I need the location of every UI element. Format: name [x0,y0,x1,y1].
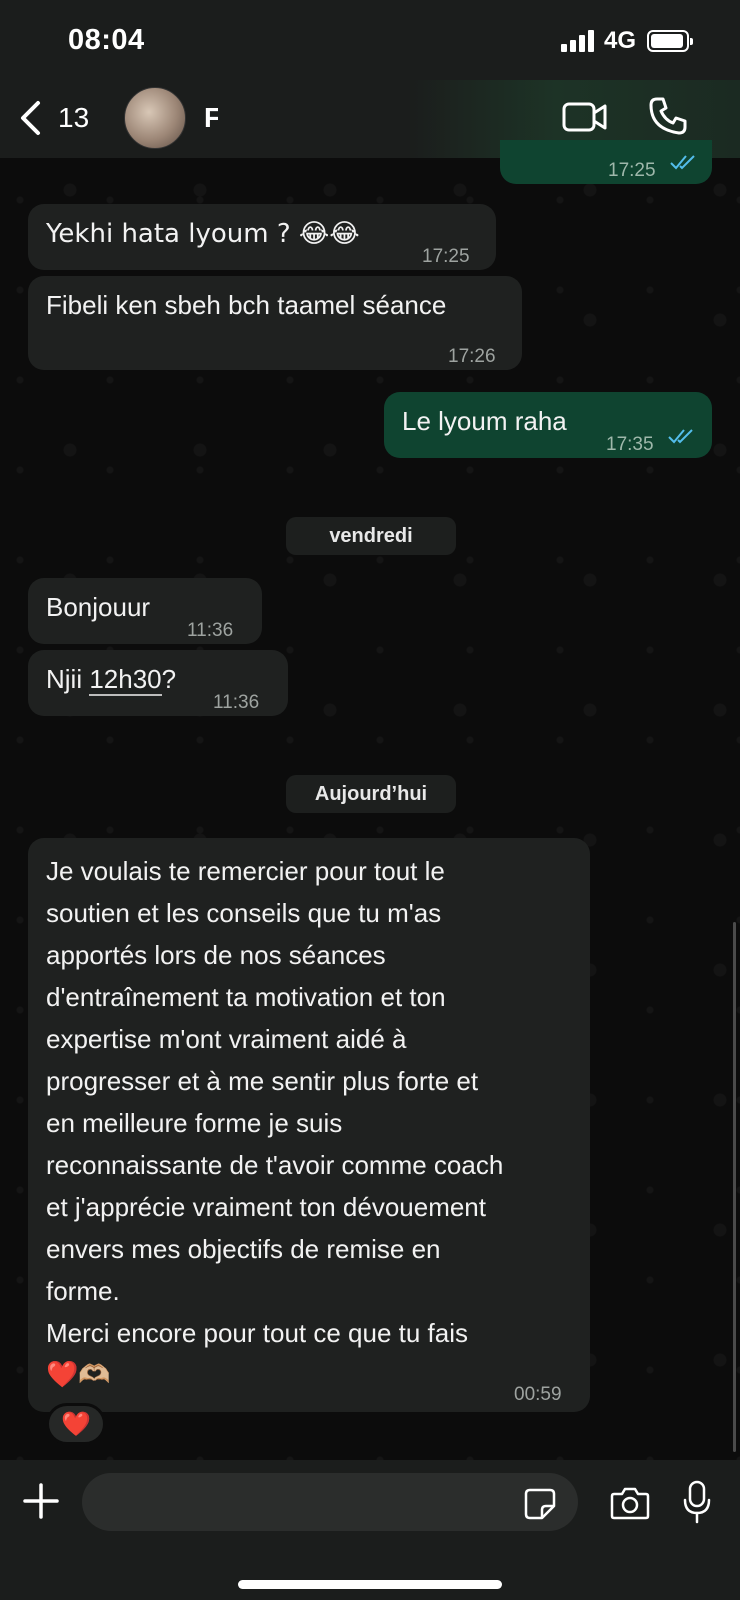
message-line: en meilleure forme je suis [46,1108,343,1138]
message-time: 00:59 [514,1384,562,1405]
message-bubble-incoming[interactable]: Njii 12h30? 11:36 [28,650,288,716]
phone-icon[interactable] [648,96,688,136]
contact-name[interactable]: Fa [204,102,218,134]
message-bubble-outgoing[interactable]: 17:25 [500,140,712,184]
message-line: envers mes objectifs de remise en [46,1234,441,1264]
message-bubble-outgoing[interactable]: Le lyoum raha 17:35 [384,392,712,458]
video-call-icon[interactable] [562,98,608,136]
signal-icon [561,30,597,52]
message-text: Fibeli ken sbeh bch taamel séance [46,290,447,320]
home-indicator[interactable] [238,1580,502,1589]
message-text: Yekhi hata lyoum ? 😂😂 [46,219,360,249]
message-composer [0,1460,740,1600]
avatar[interactable] [124,87,186,149]
message-line: expertise m'ont vraiment aidé à [46,1024,407,1054]
message-text: Bonjouur [46,592,151,622]
message-line: progresser et à me sentir plus forte et [46,1066,479,1096]
status-time: 08:04 [68,24,145,56]
time-link[interactable]: 12h30 [89,664,162,696]
message-line: d'entraînement ta motivation et ton [46,982,446,1012]
message-line: apportés lors de nos séances [46,940,386,970]
camera-icon[interactable] [610,1486,650,1520]
message-text-prefix: Njii [46,664,90,694]
message-text: Le lyoum raha [402,406,567,436]
unread-count: 13 [58,102,90,133]
message-line: Je voulais te remercier pour tout le [46,856,445,886]
message-bubble-incoming[interactable]: Fibeli ken sbeh bch taamel séance 17:26 [28,276,522,370]
message-bubble-incoming[interactable]: Yekhi hata lyoum ? 😂😂 17:25 [28,204,496,270]
reaction-badge[interactable]: ❤️ [46,1403,106,1445]
sticker-icon[interactable] [524,1488,556,1520]
message-time: 17:25 [422,246,470,267]
message-line: soutien et les conseils que tu m'as [46,898,442,928]
battery-icon [647,30,693,52]
plus-icon[interactable] [22,1482,60,1520]
message-input[interactable] [82,1473,578,1531]
read-ticks-icon [670,155,695,170]
message-bubble-incoming[interactable]: Bonjouur 11:36 [28,578,262,644]
message-time: 17:26 [448,346,496,367]
message-text-suffix: ? [161,664,177,694]
network-type: 4G [604,27,637,54]
message-bubble-incoming[interactable]: Je voulais te remercier pour tout le sou… [28,838,590,1412]
message-line: forme. [46,1276,120,1306]
date-separator: vendredi [286,517,456,555]
back-button[interactable]: 13 [18,98,89,138]
date-separator: Aujourd’hui [286,775,456,813]
status-bar: 08:04 4G [0,0,740,80]
message-line: ❤️🫶🏼 [46,1360,111,1390]
message-time: 11:36 [213,692,260,713]
scrollbar[interactable] [733,922,736,1452]
message-line: reconnaissante de t'avoir comme coach [46,1150,504,1180]
microphone-icon[interactable] [682,1480,712,1524]
message-time: 11:36 [187,620,234,641]
chevron-left-icon [21,101,40,135]
message-line: Merci encore pour tout ce que tu fais [46,1318,469,1348]
message-line: et j'apprécie vraiment ton dévouement [46,1192,486,1222]
message-time: 17:35 [606,434,654,455]
read-ticks-icon [668,429,693,444]
message-time: 17:25 [608,160,656,181]
